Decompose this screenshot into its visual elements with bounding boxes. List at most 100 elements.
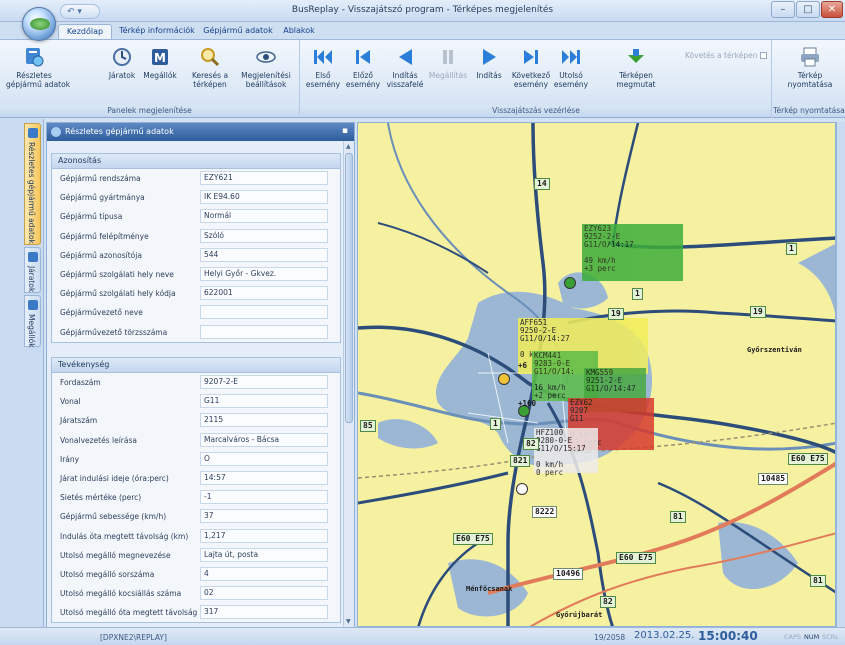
play-backward-icon (394, 46, 416, 68)
field-row: Utolsó megálló óta megtett távolság (m) 3… (52, 603, 340, 622)
vehicle-label-line: +3 perc (584, 264, 616, 273)
field-value[interactable]: IK E94.60 (200, 190, 328, 205)
scroll-thumb[interactable] (345, 153, 353, 423)
field-row: Gépjármű gyártmánya IK E94.60 (52, 188, 340, 207)
field-value[interactable] (200, 305, 328, 320)
section-title: Azonosítás (52, 154, 340, 169)
close-button[interactable]: ✕ (821, 1, 843, 18)
road-sign: 81 (670, 511, 686, 523)
road-sign: 82 (600, 596, 616, 608)
play-button[interactable]: Indítás (471, 46, 507, 80)
field-value[interactable]: G11 (200, 394, 328, 409)
field-value[interactable]: 14:57 (200, 470, 328, 485)
follow-on-map-checkbox[interactable]: Követés a térképen (685, 51, 768, 60)
field-value[interactable]: Normál (200, 209, 328, 224)
scroll-down-icon[interactable]: ▼ (346, 618, 351, 625)
field-value[interactable]: 317 (200, 605, 328, 620)
panel-title: Részletes gépjármű adatok (65, 127, 174, 136)
window-title: BusReplay - Visszajátszó program - Térké… (291, 5, 554, 15)
search-map-button[interactable]: Keresés a térképen (188, 46, 232, 89)
panel-close-button[interactable]: ▪ (342, 126, 348, 136)
field-value[interactable]: 37 (200, 509, 328, 524)
panel-scrollbar[interactable]: ▲ ▼ (343, 141, 354, 627)
routes-button[interactable]: Járatok (102, 46, 142, 80)
first-event-button[interactable]: Első esemény (305, 46, 341, 89)
road-sign: 10485 (758, 473, 789, 485)
print-map-button[interactable]: Térkép nyomtatása (783, 46, 837, 89)
panel-header: Részletes gépjármű adatok ▪ (47, 123, 354, 141)
field-value[interactable]: 4 (200, 566, 328, 581)
tab-terkep-informaciok[interactable]: Térkép információk (116, 24, 198, 39)
road-sign: 8222 (532, 506, 558, 518)
vehicle-label-line: G11 (570, 414, 584, 423)
last-event-icon (560, 46, 582, 68)
minimize-button[interactable]: – (771, 1, 795, 18)
bus-marker-icon[interactable] (516, 483, 528, 495)
pause-button[interactable]: Megállítás (427, 46, 469, 80)
road-sign: 14 (534, 178, 550, 190)
field-value[interactable]: Marcalváros - Bácsa (200, 432, 328, 447)
previous-event-button[interactable]: Előző esemény (345, 46, 381, 89)
road-sign: E60 E75 (453, 533, 493, 545)
side-tab-routes[interactable]: Járatok (24, 247, 41, 293)
field-value[interactable]: 544 (200, 247, 328, 262)
show-on-map-button[interactable]: Térképen megmutat (613, 46, 659, 89)
field-row: Utolsó megálló sorszáma 4 (52, 565, 340, 584)
field-value[interactable]: 1,217 (200, 528, 328, 543)
next-event-button[interactable]: Következő esemény (509, 46, 553, 89)
routes-icon (28, 252, 38, 262)
app-logo-icon (30, 18, 50, 30)
vehicle-details-icon (51, 127, 61, 137)
field-row: Gépjárművezető neve (52, 303, 340, 322)
field-value[interactable]: O (200, 451, 328, 466)
side-tab-vehicle-details[interactable]: Részletes gépjármű adatok (24, 123, 41, 245)
tab-gepjarmu-adatok[interactable]: Gépjármű adatok (203, 24, 273, 39)
field-row: Gépjármű szolgálati hely neve Helyi Győr … (52, 265, 340, 284)
bus-marker-icon[interactable] (498, 373, 510, 385)
last-event-button[interactable]: Utolsó esemény (553, 46, 589, 89)
routes-icon (111, 46, 133, 68)
bus-marker-icon[interactable] (564, 277, 576, 289)
field-value[interactable]: -1 (200, 490, 328, 505)
display-settings-button[interactable]: Megjelenítési beállítások (236, 46, 296, 89)
road-sign: E60 E75 (616, 552, 656, 564)
status-event-counter: 19/2058 (594, 633, 626, 642)
field-value[interactable]: 2115 (200, 413, 328, 428)
tab-kezdolap[interactable]: Kezdőlap (58, 24, 112, 39)
field-value[interactable]: Helyi Győr - Gkvez. (200, 266, 328, 281)
map-side-strip (836, 122, 845, 627)
field-value[interactable]: Lajta út, posta (200, 547, 328, 562)
stops-button[interactable]: M Megállók (140, 46, 180, 80)
side-tab-stops[interactable]: Megállók (24, 295, 41, 348)
field-value[interactable]: 9207-2-E (200, 375, 328, 389)
field-value[interactable] (200, 324, 328, 339)
map-label: +6 (518, 361, 528, 370)
field-row: Irány O (52, 450, 340, 469)
print-map-icon (799, 46, 821, 68)
show-on-map-icon (625, 46, 647, 68)
num-indicator: NUM (804, 633, 820, 641)
field-value[interactable]: EZY621 (200, 171, 328, 185)
tab-ablakok[interactable]: Ablakok (280, 24, 318, 39)
checkbox-box[interactable] (760, 52, 768, 59)
svg-text:M: M (154, 51, 166, 65)
play-backward-button[interactable]: Indítás visszafelé (385, 46, 425, 89)
field-row: Gépjármű felépítménye Szóló (52, 227, 340, 246)
road (377, 222, 489, 274)
field-row: Járat indulási ideje (óra:perc) 14:57 (52, 469, 340, 488)
road-sign: 821 (510, 455, 531, 467)
field-value[interactable]: Szóló (200, 228, 328, 243)
vehicle-label[interactable]: HFZ100 9280-0-E G11/O/15:17 0 km/h 0 perc (534, 428, 598, 477)
application-menu-button[interactable] (22, 7, 56, 41)
group-playback-label: Visszajátszás vezérlése (301, 106, 771, 117)
title-bar: ↶ ▾ BusReplay - Visszajátszó program - T… (0, 0, 845, 22)
section-identification: Azonosítás Gépjármű rendszáma EZY621 Gépj… (51, 153, 341, 343)
field-value[interactable]: 02 (200, 586, 328, 601)
scroll-up-icon[interactable]: ▲ (346, 143, 351, 150)
field-row: Indulás óta megtett távolság (km) 1,217 (52, 527, 340, 546)
maximize-button[interactable]: □ (796, 1, 820, 18)
vehicle-label[interactable]: EZY623 9252-2-E G11/O/14:17 49 km/h +3 perc (582, 224, 683, 281)
field-value[interactable]: 622001 (200, 286, 328, 301)
vehicle-details-button[interactable]: Részletes gépjármű adatok (6, 46, 70, 89)
map-view[interactable]: EZY623 9252-2-E G11/O/14:17 49 km/h +3 perc… (357, 122, 836, 627)
